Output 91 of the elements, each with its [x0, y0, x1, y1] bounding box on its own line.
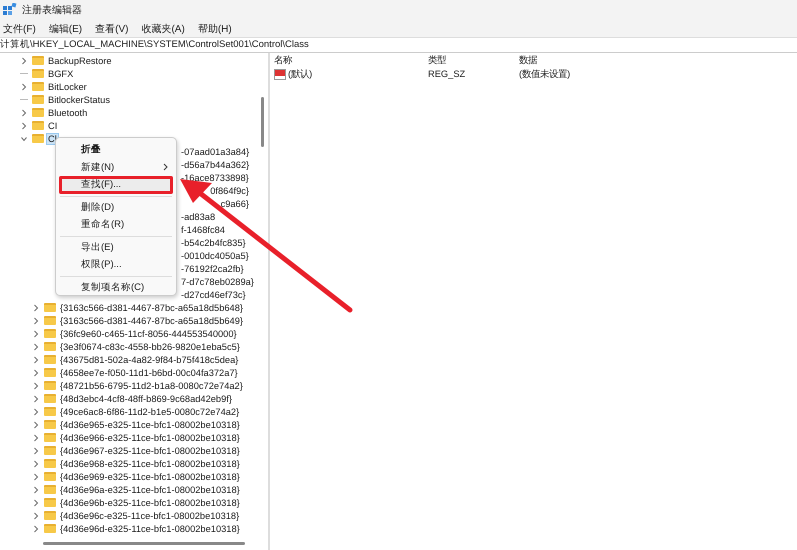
folder-icon [44, 407, 56, 416]
tree-item[interactable]: {4d36e96b-e325-11ce-bfc1-08002be10318} [59, 498, 241, 508]
address-bar[interactable]: 计算机\HKEY_LOCAL_MACHINE\SYSTEM\ControlSet001\Control\Class [0, 37, 797, 53]
tree-item[interactable]: {3e3f0674-c83c-4558-bb26-9820e1eba5c5} [59, 342, 241, 352]
menu-item[interactable]: 帮助(H) [198, 22, 232, 36]
folder-icon [44, 433, 56, 442]
tree-item[interactable]: BitLocker [47, 82, 88, 92]
tree-item[interactable]: -ad83a8 [180, 212, 216, 222]
folder-icon [44, 485, 56, 494]
tree-item[interactable]: {3163c566-d381-4467-87bc-a65a18d5b648} [59, 302, 244, 312]
tree-item[interactable]: Bluetooth [47, 108, 88, 118]
tree-item[interactable]: 0f864f9c} [209, 186, 250, 196]
context-menu-item[interactable]: 折叠 [81, 143, 101, 156]
chevron-icon[interactable] [21, 122, 27, 130]
folder-icon [44, 381, 56, 390]
window-title: 注册表编辑器 [22, 4, 82, 17]
context-menu-item[interactable]: 导出(E) [81, 240, 114, 254]
folder-icon [32, 134, 44, 143]
tree-item[interactable]: {4d36e96a-e325-11ce-bfc1-08002be10318} [59, 484, 241, 494]
folder-icon [32, 121, 44, 130]
tree-item[interactable]: {4d36e968-e325-11ce-bfc1-08002be10318} [59, 458, 241, 468]
tree-item[interactable]: BackupRestore [47, 56, 113, 66]
tree-item[interactable]: -d27cd46ef73c} [180, 290, 247, 300]
folder-icon [44, 329, 56, 338]
folder-icon [44, 394, 56, 403]
context-menu-item[interactable]: 复制项名称(C) [81, 280, 144, 294]
chevron-icon[interactable] [21, 134, 27, 142]
tree-item[interactable]: {49ce6ac8-6f86-11d2-b1e5-0080c72e74a2} [59, 406, 240, 416]
folder-icon [44, 446, 56, 455]
folder-icon [44, 459, 56, 468]
context-menu-item[interactable]: 查找(F)... [81, 178, 122, 192]
tree-item[interactable]: -07aad01a3a84} [180, 146, 250, 156]
folder-icon [44, 524, 56, 533]
tree-item[interactable]: BitlockerStatus [47, 94, 112, 104]
folder-icon [32, 95, 44, 104]
tree-item[interactable]: {4658ee7e-f050-11d1-b6bd-00c04fa372a7} [59, 368, 239, 378]
tree-item[interactable]: 7-d7c78eb0289a} [180, 276, 255, 286]
vertical-scrollbar[interactable] [261, 97, 264, 147]
folder-icon [32, 56, 44, 65]
folder-icon [44, 420, 56, 429]
menu-item[interactable]: 编辑(E) [48, 22, 82, 36]
tree-item[interactable]: {4d36e967-e325-11ce-bfc1-08002be10318} [59, 446, 241, 456]
folder-icon [44, 303, 56, 312]
tree-item[interactable]: c9a66} [220, 198, 250, 208]
menu-item[interactable]: 查看(V) [95, 22, 128, 36]
folder-icon [44, 355, 56, 364]
tree-item[interactable]: {36fc9e60-c465-11cf-8056-444553540000} [59, 328, 238, 338]
registry-editor-icon [3, 3, 17, 17]
context-menu-item[interactable]: 删除(D) [81, 200, 114, 214]
tree-item[interactable]: {4d36e966-e325-11ce-bfc1-08002be10318} [59, 432, 241, 442]
tree-item[interactable]: -76192f2ca2fb} [180, 264, 245, 274]
chevron-icon[interactable] [21, 82, 27, 90]
menu-item[interactable]: 文件(F) [3, 22, 36, 36]
column-header[interactable]: 名称 [274, 54, 428, 66]
tree-item[interactable]: {4d36e96c-e325-11ce-bfc1-08002be10318} [59, 510, 240, 520]
tree-item[interactable]: {43675d81-502a-4a82-9f84-b75f418c5dea} [59, 354, 240, 364]
tree-item[interactable]: {48d3ebc4-4cf8-48ff-b869-9c68ad42eb9f} [59, 394, 233, 404]
folder-icon [44, 316, 56, 325]
string-value-icon [274, 68, 286, 80]
column-header[interactable]: 数据 [519, 54, 639, 66]
context-menu-item[interactable]: 重命名(R) [81, 218, 124, 232]
menu-item[interactable]: 收藏夹(A) [141, 22, 185, 36]
folder-icon [44, 498, 56, 507]
horizontal-scrollbar[interactable] [43, 542, 245, 545]
chevron-icon[interactable] [21, 108, 27, 116]
tree-item[interactable]: {3163c566-d381-4467-87bc-a65a18d5b649} [59, 316, 244, 326]
tree-item[interactable]: CI [47, 120, 58, 130]
folder-icon [32, 82, 44, 91]
folder-icon [44, 511, 56, 520]
table-cell-text: (数值未设置) [519, 68, 572, 80]
tree-item[interactable]: {48721b56-6795-11d2-b1a8-0080c72e74a2} [59, 380, 244, 390]
tree-item[interactable]: {4d36e965-e325-11ce-bfc1-08002be10318} [59, 420, 241, 430]
folder-icon [32, 69, 44, 78]
column-header[interactable]: 类型 [428, 54, 519, 66]
tree-item[interactable]: f-1468fc84 [180, 224, 226, 234]
tree-item[interactable]: -0010dc4050a5} [180, 250, 250, 260]
folder-icon [44, 472, 56, 481]
folder-icon [44, 368, 56, 377]
value-name[interactable]: (默认) [288, 68, 312, 80]
tree-item[interactable]: -16ace8733898} [180, 172, 250, 182]
table-cell-text: REG_SZ [428, 69, 466, 79]
tree-item[interactable]: {4d36e969-e325-11ce-bfc1-08002be10318} [59, 472, 241, 482]
context-menu-item[interactable]: 权限(P)... [81, 258, 122, 272]
chevron-icon[interactable] [21, 56, 27, 64]
tree-item[interactable]: BGFX [47, 68, 74, 78]
folder-icon [44, 342, 56, 351]
folder-icon [32, 108, 44, 117]
context-menu-item[interactable]: 新建(N) [81, 160, 114, 174]
tree-item[interactable]: -b54c2b4fc835} [180, 238, 247, 248]
tree-item[interactable]: -d56a7b44a362} [180, 160, 250, 170]
tree-item[interactable]: {4d36e96d-e325-11ce-bfc1-08002be10318} [59, 524, 241, 534]
